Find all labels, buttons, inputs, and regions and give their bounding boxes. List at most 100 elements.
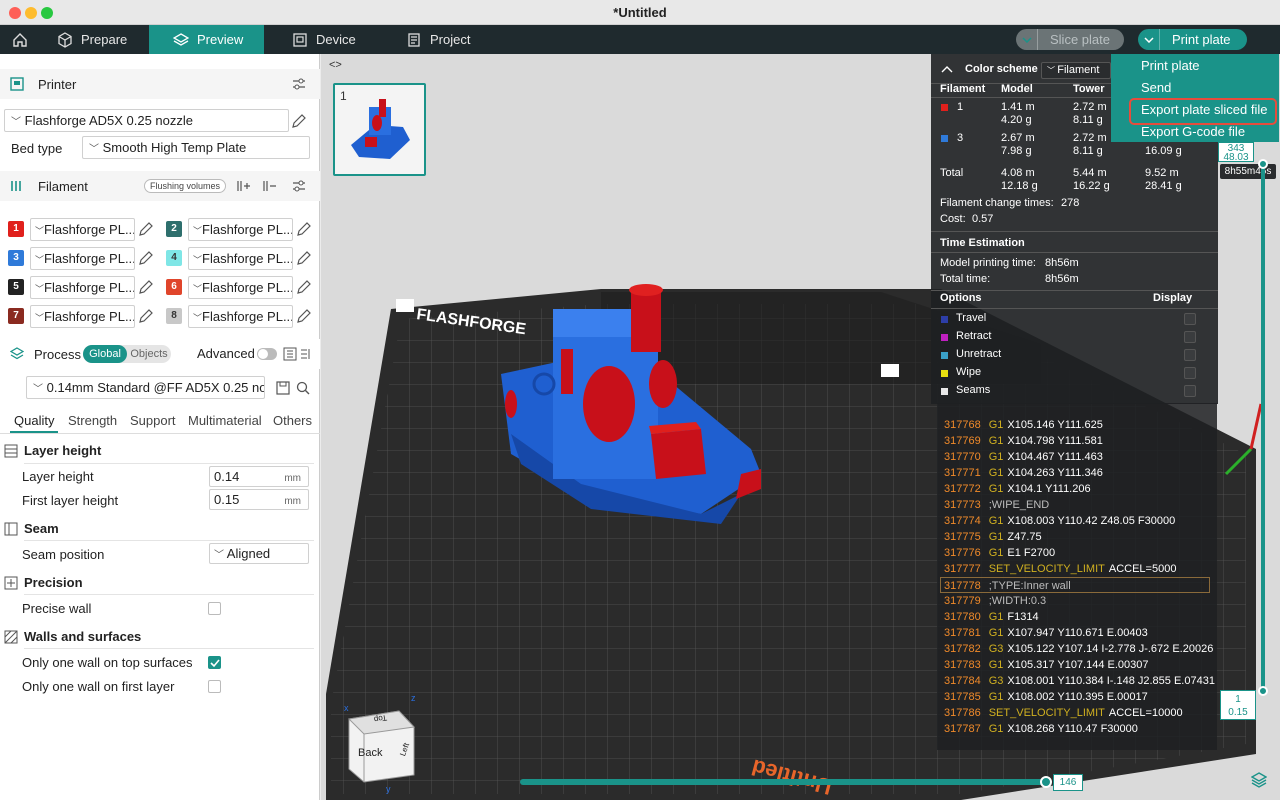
gcode-line[interactable]: 317773 ;WIPE_END (944, 497, 1049, 513)
menu-item-send[interactable]: Send (1111, 77, 1279, 99)
layer-slider[interactable]: 343 48.03 8h55m46s 1 0.15 (1218, 142, 1276, 722)
collapse-icon[interactable] (941, 65, 953, 73)
layer-height-input[interactable]: 0.14 mm (209, 466, 309, 487)
gcode-line[interactable]: 317786 SET_VELOCITY_LIMIT ACCEL=10000 (944, 705, 1183, 721)
edit-icon[interactable] (297, 309, 311, 323)
list-icon[interactable] (283, 347, 297, 361)
gcode-line[interactable]: 317769 G1 X104.798 Y111.581 (944, 433, 1103, 449)
save-icon[interactable] (276, 381, 290, 395)
option-display-checkbox[interactable] (1184, 385, 1196, 397)
filament-select[interactable]: ﹀Flashforge PL... (188, 276, 293, 299)
gcode-line[interactable]: 317783 G1 X105.317 Y107.144 E.00307 (944, 657, 1149, 673)
gcode-line[interactable]: 317782 G3 X105.122 Y107.14 I-2.778 J-.672 … (944, 641, 1213, 657)
gcode-line[interactable]: 317778 ;TYPE:Inner wall (940, 577, 1210, 593)
filament-select[interactable]: ﹀Flashforge PL... (30, 247, 135, 270)
gcode-line[interactable]: 317776 G1 E1 F2700 (944, 545, 1055, 561)
gcode-line[interactable]: 317768 G1 X105.146 Y111.625 (944, 417, 1103, 433)
process-profile-select[interactable]: ﹀ 0.14mm Standard @FF AD5X 0.25 nozz... (26, 376, 265, 399)
gcode-line[interactable]: 317784 G3 X108.001 Y110.384 I-.148 J2.855 … (944, 673, 1215, 689)
one-wall-top-checkbox[interactable] (208, 656, 221, 669)
filament-color-swatch[interactable]: 1 (8, 221, 24, 237)
layer-slider-bottom-handle[interactable] (1258, 686, 1268, 696)
menu-item-export-plate-sliced-file[interactable]: Export plate sliced file (1111, 98, 1279, 125)
gcode-line[interactable]: 317781 G1 X107.947 Y110.671 E.00403 (944, 625, 1148, 641)
view-cube[interactable]: Back Left Top y z x (344, 693, 419, 794)
chevron-down-icon[interactable] (1016, 29, 1038, 50)
gcode-line[interactable]: 317771 G1 X104.263 Y111.346 (944, 465, 1103, 481)
move-slider-track[interactable] (520, 779, 1050, 785)
precise-wall-checkbox[interactable] (208, 602, 221, 615)
plate-thumbnail[interactable]: 1 (333, 83, 426, 176)
slice-plate-button[interactable]: Slice plate (1016, 29, 1124, 50)
filament-color-swatch[interactable]: 8 (166, 308, 182, 324)
gcode-line[interactable]: 317780 G1 F1314 (944, 609, 1039, 625)
settings-sliders-icon[interactable] (292, 77, 306, 91)
layer-slider-track[interactable] (1261, 160, 1265, 692)
one-wall-first-checkbox[interactable] (208, 680, 221, 693)
edit-icon[interactable] (139, 222, 153, 236)
tab-prepare[interactable]: Prepare (45, 25, 145, 54)
edit-icon[interactable] (139, 280, 153, 294)
gcode-line[interactable]: 317770 G1 X104.467 Y111.463 (944, 449, 1103, 465)
gcode-line[interactable]: 317774 G1 X108.003 Y110.42 Z48.05 F30000 (944, 513, 1175, 529)
gcode-line[interactable]: 317779 ;WIDTH:0.3 (944, 593, 1046, 609)
collapse-sidebar-button[interactable]: <> (329, 59, 345, 75)
print-plate-button[interactable]: Print plate (1138, 29, 1247, 50)
move-slider-handle[interactable] (1040, 776, 1052, 788)
option-display-checkbox[interactable] (1184, 367, 1196, 379)
global-option[interactable]: Global (83, 345, 127, 363)
option-display-checkbox[interactable] (1184, 349, 1196, 361)
filament-color-swatch[interactable]: 5 (8, 279, 24, 295)
filament-color-swatch[interactable]: 4 (166, 250, 182, 266)
maximize-window-button[interactable] (41, 7, 53, 19)
tab-preview[interactable]: Preview (149, 25, 264, 54)
filament-select[interactable]: ﹀Flashforge PL... (30, 276, 135, 299)
gcode-line[interactable]: 317775 G1 Z47.75 (944, 529, 1042, 545)
edit-icon[interactable] (297, 222, 311, 236)
first-layer-height-input[interactable]: 0.15 mm (209, 489, 309, 510)
filament-select[interactable]: ﹀Flashforge PL... (188, 218, 293, 241)
objects-option[interactable]: Objects (127, 345, 171, 363)
layers-icon[interactable] (1251, 772, 1267, 788)
option-display-checkbox[interactable] (1184, 313, 1196, 325)
advanced-toggle[interactable] (257, 348, 277, 360)
tab-others[interactable]: Others (273, 413, 312, 428)
add-filament-icon[interactable] (236, 179, 250, 193)
close-window-button[interactable] (9, 7, 21, 19)
edit-icon[interactable] (139, 251, 153, 265)
global-objects-toggle[interactable]: Global Objects (83, 345, 171, 363)
gcode-line[interactable]: 317787 G1 X108.268 Y110.47 F30000 (944, 721, 1138, 737)
filament-color-swatch[interactable]: 7 (8, 308, 24, 324)
home-button[interactable] (0, 25, 34, 54)
settings-sliders-icon[interactable] (292, 179, 306, 193)
remove-filament-icon[interactable] (262, 179, 276, 193)
edit-icon[interactable] (139, 309, 153, 323)
tab-project[interactable]: Project (394, 25, 494, 54)
filament-select[interactable]: ﹀Flashforge PL... (188, 305, 293, 328)
seam-position-select[interactable]: ﹀ Aligned (209, 543, 309, 564)
filament-select[interactable]: ﹀Flashforge PL... (30, 305, 135, 328)
flushing-volumes-button[interactable]: Flushing volumes (144, 179, 227, 193)
edit-icon[interactable] (297, 251, 311, 265)
tab-multimaterial[interactable]: Multimaterial (188, 413, 262, 428)
search-icon[interactable] (296, 381, 310, 395)
layer-slider-top-handle[interactable] (1258, 159, 1268, 169)
minimize-window-button[interactable] (25, 7, 37, 19)
tab-device[interactable]: Device (280, 25, 380, 54)
filament-select[interactable]: ﹀Flashforge PL... (30, 218, 135, 241)
filament-color-swatch[interactable]: 6 (166, 279, 182, 295)
tab-quality[interactable]: Quality (14, 413, 54, 428)
gcode-line[interactable]: 317772 G1 X104.1 Y111.206 (944, 481, 1091, 497)
filament-color-swatch[interactable]: 3 (8, 250, 24, 266)
menu-item-print-plate[interactable]: Print plate (1111, 55, 1279, 77)
tab-support[interactable]: Support (130, 413, 176, 428)
filament-select[interactable]: ﹀Flashforge PL... (188, 247, 293, 270)
filament-color-swatch[interactable]: 2 (166, 221, 182, 237)
edit-icon[interactable] (292, 114, 306, 128)
gcode-line[interactable]: 317777 SET_VELOCITY_LIMIT ACCEL=5000 (944, 561, 1176, 577)
compare-icon[interactable] (299, 347, 313, 361)
color-scheme-select[interactable]: ﹀ Filament (1041, 62, 1111, 79)
option-display-checkbox[interactable] (1184, 331, 1196, 343)
edit-icon[interactable] (297, 280, 311, 294)
chevron-down-icon[interactable] (1138, 29, 1160, 50)
